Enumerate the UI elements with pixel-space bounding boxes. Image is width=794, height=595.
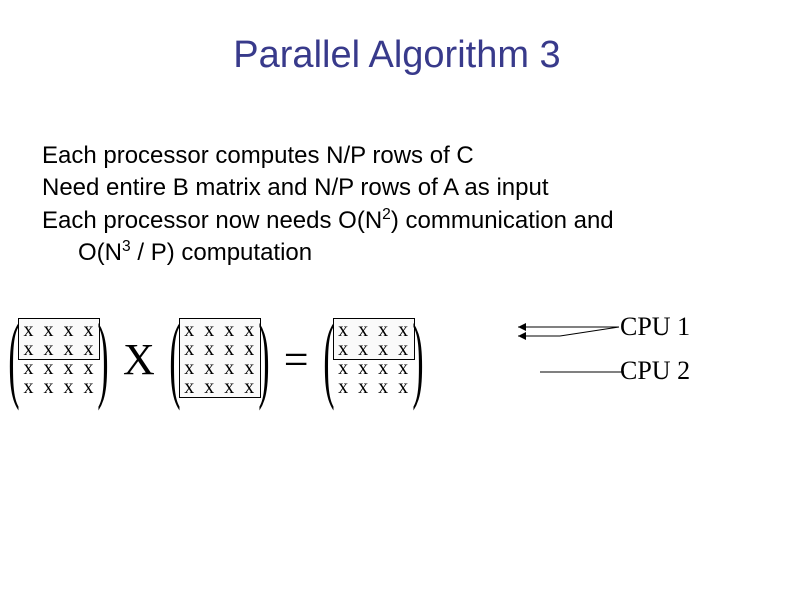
matrix-b-lparen: ( xyxy=(169,314,180,402)
body-line-3a: Each processor now needs O(N xyxy=(42,207,382,234)
matrix-c-lparen: ( xyxy=(323,314,334,402)
matrix-b-rparen: ) xyxy=(258,314,269,402)
matrix-b-row-1: xxxx xyxy=(183,339,256,358)
times-operator: X xyxy=(123,338,155,382)
matrix-c-rparen: ) xyxy=(412,314,423,402)
matrix-b-row-0: xxxx xyxy=(183,320,256,339)
matrix-c-row-0: xxxx xyxy=(337,320,410,339)
matrix-a-row-1: xxxx xyxy=(22,339,95,358)
equals-operator: = xyxy=(284,338,309,382)
cpu-connectors xyxy=(0,0,794,595)
body-line-3b: ) communication and xyxy=(391,207,614,234)
body-line-1: Each processor computes N/P rows of C xyxy=(42,140,762,172)
body-line-3-exp1: 2 xyxy=(382,206,391,223)
matrix-a-row-0: xxxx xyxy=(22,320,95,339)
matrix-c-row-1: xxxx xyxy=(337,339,410,358)
body-line-2: Need entire B matrix and N/P rows of A a… xyxy=(42,172,762,204)
body-line-3: Each processor now needs O(N2) communica… xyxy=(42,205,762,237)
matrix-a-row-3: xxxx xyxy=(22,377,95,396)
body-line-4-exp1: 3 xyxy=(122,238,131,255)
matrix-a: ( xxxx xxxx xxxx xxxx ) xyxy=(18,316,99,396)
matrix-c-grid: xxxx xxxx xxxx xxxx xyxy=(337,320,410,396)
slide-title: Parallel Algorithm 3 xyxy=(0,34,794,77)
diagram-row: ( xxxx xxxx xxxx xxxx ) X ( xxxx xxxx xx… xyxy=(18,316,414,396)
body-line-4b: / P) computation xyxy=(131,239,312,266)
cpu-2-label: CPU 2 xyxy=(620,358,690,384)
matrix-a-row-2: xxxx xyxy=(22,358,95,377)
body-line-4: O(N3 / P) computation xyxy=(42,237,762,269)
matrix-a-rparen: ) xyxy=(97,314,108,402)
body-text: Each processor computes N/P rows of C Ne… xyxy=(42,140,762,270)
matrix-b: ( xxxx xxxx xxxx xxxx ) xyxy=(179,316,260,396)
matrix-a-lparen: ( xyxy=(8,314,19,402)
matrix-c-row-2: xxxx xyxy=(337,358,410,377)
matrix-c: ( xxxx xxxx xxxx xxxx ) xyxy=(333,316,414,396)
cpu-labels: CPU 1 CPU 2 xyxy=(620,314,690,402)
body-line-4a: O(N xyxy=(78,239,122,266)
matrix-a-grid: xxxx xxxx xxxx xxxx xyxy=(22,320,95,396)
slide: Parallel Algorithm 3 Each processor comp… xyxy=(0,0,794,595)
matrix-b-row-2: xxxx xyxy=(183,358,256,377)
cpu-1-label: CPU 1 xyxy=(620,314,690,340)
matrix-b-grid: xxxx xxxx xxxx xxxx xyxy=(183,320,256,396)
matrix-b-row-3: xxxx xyxy=(183,377,256,396)
matrix-c-row-3: xxxx xyxy=(337,377,410,396)
